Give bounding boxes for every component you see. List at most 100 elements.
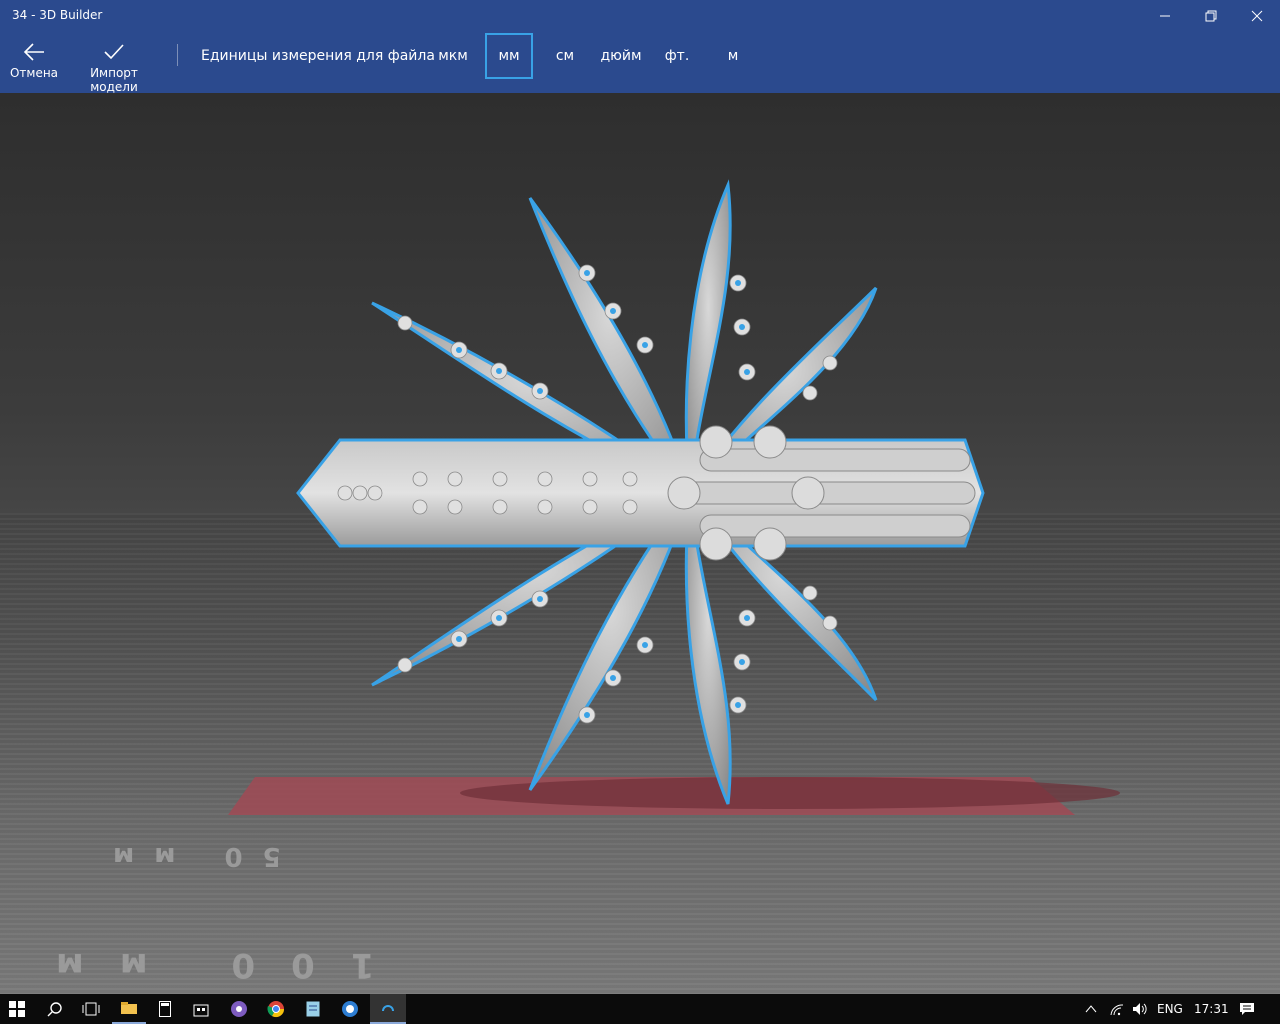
bead [397, 315, 413, 331]
bead [397, 657, 413, 673]
toolbar-separator [177, 44, 178, 66]
chevron-up-icon [1085, 1005, 1097, 1013]
bead [584, 270, 590, 276]
bead [739, 324, 745, 330]
store-icon [193, 1004, 209, 1017]
bead [537, 499, 553, 515]
bead [753, 527, 787, 561]
ring-model[interactable] [0, 93, 1280, 994]
bead [496, 368, 502, 374]
close-button[interactable] [1234, 0, 1280, 32]
bead [456, 347, 462, 353]
bead [667, 476, 701, 510]
store-button[interactable] [184, 994, 218, 1024]
chrome-button[interactable] [259, 994, 293, 1024]
calculator-icon [159, 1001, 171, 1017]
bead [739, 659, 745, 665]
task-view-button[interactable] [74, 994, 108, 1024]
unit-cm[interactable]: см [545, 33, 585, 79]
bead [802, 385, 818, 401]
bead [447, 471, 463, 487]
minimize-button[interactable] [1142, 0, 1188, 32]
unit-m[interactable]: м [713, 33, 753, 79]
bead [584, 712, 590, 718]
3d-builder-icon [382, 1005, 394, 1012]
calculator-button[interactable] [148, 994, 182, 1024]
bead [642, 342, 648, 348]
bead [642, 642, 648, 648]
notification-icon [1240, 1003, 1254, 1015]
cancel-button[interactable]: Отмена [8, 42, 60, 80]
search-button[interactable] [38, 994, 72, 1024]
chrome-icon [267, 1001, 285, 1018]
bead [791, 476, 825, 510]
bead [744, 615, 750, 621]
bead [699, 527, 733, 561]
notepad-icon [306, 1001, 320, 1017]
3d-viewport[interactable]: 50 мм 100 мм [0, 93, 1280, 994]
import-model-button[interactable]: Импорт модели [66, 42, 162, 94]
bead [699, 425, 733, 459]
file-explorer-icon [121, 1002, 137, 1014]
restore-icon [1205, 10, 1217, 22]
start-icon [9, 1001, 25, 1017]
file-explorer-button[interactable] [112, 994, 146, 1024]
app-header: 34 - 3D Builder Отмена Импорт модели Еди… [0, 0, 1280, 94]
restore-button[interactable] [1188, 0, 1234, 32]
bead [610, 308, 616, 314]
bead [744, 369, 750, 375]
unit-inch[interactable]: дюйм [595, 33, 647, 79]
input-language[interactable]: ENG [1157, 994, 1183, 1024]
bead [367, 485, 383, 501]
bead [412, 471, 428, 487]
bead [537, 388, 543, 394]
bead [610, 675, 616, 681]
app-button[interactable] [333, 994, 367, 1024]
bead [753, 425, 787, 459]
units-label: Единицы измерения для файла [201, 48, 435, 64]
bead [456, 636, 462, 642]
bead [822, 615, 838, 631]
bead [492, 499, 508, 515]
bead [337, 485, 353, 501]
taskbar: ENG 17:31 [0, 994, 1280, 1024]
volume-button[interactable] [1129, 994, 1151, 1024]
close-icon [1251, 10, 1263, 22]
unit-um[interactable]: мкм [431, 33, 475, 79]
unit-ft[interactable]: фт. [657, 33, 697, 79]
action-center-button[interactable] [1230, 994, 1264, 1024]
bead [622, 499, 638, 515]
network-button[interactable] [1106, 994, 1128, 1024]
notepad-button[interactable] [296, 994, 330, 1024]
unit-mm[interactable]: мм [485, 33, 533, 79]
bead [412, 499, 428, 515]
import-model-label: Импорт модели [90, 66, 138, 94]
minimize-icon [1160, 15, 1170, 17]
bead [582, 471, 598, 487]
bead [537, 471, 553, 487]
task-view-icon [82, 1002, 100, 1016]
bead [802, 585, 818, 601]
bead [496, 615, 502, 621]
bead [447, 499, 463, 515]
bead [352, 485, 368, 501]
bead [735, 702, 741, 708]
app-icon [342, 1001, 358, 1017]
show-hidden-icons-button[interactable] [1081, 994, 1101, 1024]
window-title: 34 - 3D Builder [12, 8, 103, 22]
clock[interactable]: 17:31 [1194, 994, 1229, 1024]
bead [622, 471, 638, 487]
tube [699, 514, 971, 538]
checkmark-icon [104, 44, 124, 60]
3d-builder-button[interactable] [370, 994, 406, 1024]
viber-icon [231, 1001, 247, 1017]
wifi-icon [1110, 1004, 1124, 1016]
back-arrow-icon [23, 43, 44, 61]
start-button[interactable] [0, 994, 34, 1024]
speaker-icon [1133, 1003, 1147, 1015]
cancel-label: Отмена [9, 66, 59, 80]
viber-button[interactable] [222, 994, 256, 1024]
bead [735, 280, 741, 286]
tube [699, 448, 971, 472]
bead [492, 471, 508, 487]
